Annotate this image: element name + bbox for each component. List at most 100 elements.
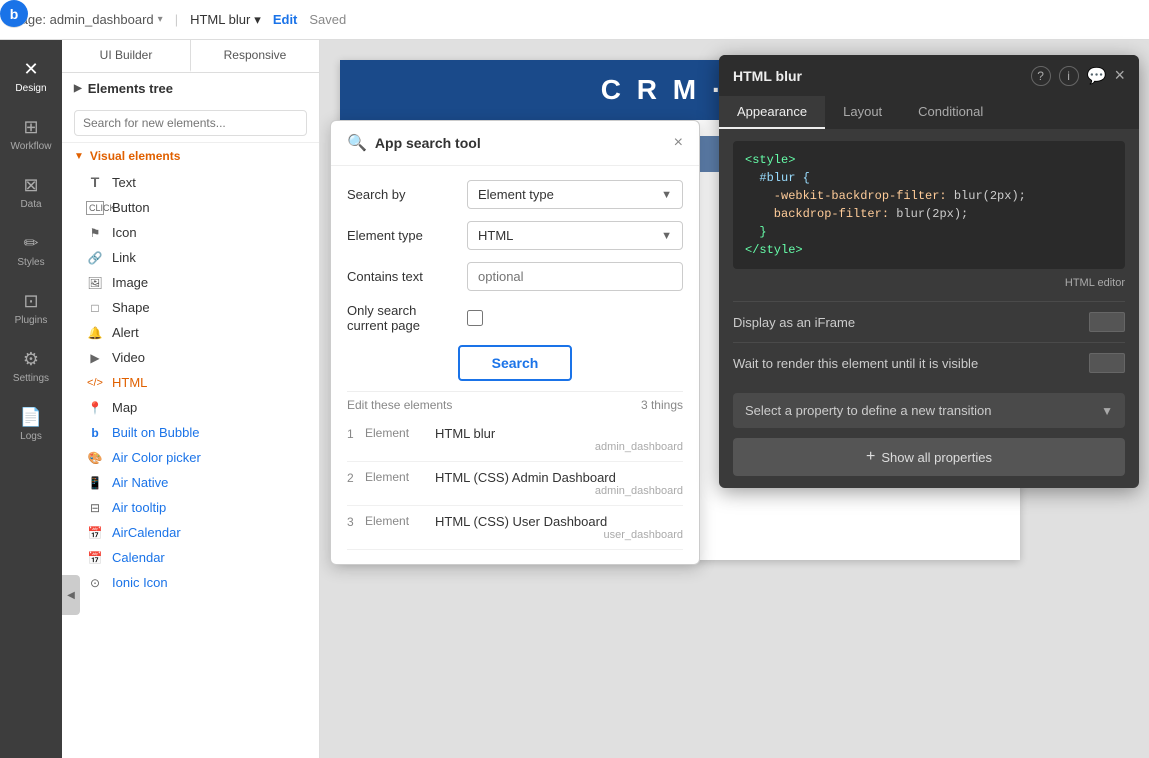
sidebar-item-label: Styles <box>17 257 44 268</box>
alert-element-icon: 🔔 <box>86 326 104 340</box>
element-item-aircalendar[interactable]: 📅 AirCalendar <box>62 520 319 545</box>
blur-panel-help-icon[interactable]: ? <box>1031 66 1051 86</box>
element-item-calendar[interactable]: 📅 Calendar <box>62 545 319 570</box>
sidebar-item-data[interactable]: ⊠ Data <box>3 164 59 220</box>
settings-icon: ⚙ <box>23 349 39 370</box>
search-results-header: Edit these elements 3 things <box>347 391 683 418</box>
code-line-6: </style> <box>745 241 1113 259</box>
element-type-caret-icon: ▼ <box>661 230 672 242</box>
element-item-aircolorpicker[interactable]: 🎨 Air Color picker <box>62 445 319 470</box>
element-item-alert[interactable]: 🔔 Alert <box>62 320 319 345</box>
sidebar-item-plugins[interactable]: ⊡ Plugins <box>3 280 59 336</box>
result-page: user_dashboard <box>435 529 683 541</box>
plugins-icon: ⊡ <box>23 291 38 312</box>
only-current-page-checkbox[interactable] <box>467 310 483 326</box>
result-type: Element <box>365 514 435 528</box>
data-icon: ⊠ <box>23 175 38 196</box>
wait-render-toggle[interactable] <box>1089 353 1125 373</box>
html-editor-label: HTML editor <box>733 277 1125 289</box>
element-type-label: Element type <box>347 228 457 243</box>
element-item-ionicicon[interactable]: ⊙ Ionic Icon <box>62 570 319 595</box>
button-element-icon: CLICK <box>86 201 104 215</box>
blur-panel-header: HTML blur ? i 💬 × <box>719 55 1139 96</box>
sidebar-item-settings[interactable]: ⚙ Settings <box>3 338 59 394</box>
tab-appearance[interactable]: Appearance <box>719 96 825 129</box>
blur-panel-comment-icon[interactable]: 💬 <box>1087 66 1107 86</box>
element-item-map[interactable]: 📍 Map <box>62 395 319 420</box>
element-item-button[interactable]: CLICK Button <box>62 195 319 220</box>
element-type-row: Element type HTML ▼ <box>347 221 683 250</box>
visual-elements-header[interactable]: ▼ Visual elements <box>62 143 319 169</box>
contains-text-row: Contains text <box>347 262 683 291</box>
search-modal-header: 🔍 App search tool × <box>331 121 699 166</box>
search-modal-title: 🔍 App search tool <box>347 133 481 153</box>
link-element-icon: 🔗 <box>86 251 104 265</box>
section-collapse-icon: ▼ <box>74 151 84 162</box>
result-num: 1 <box>347 427 365 441</box>
panel-collapse-handle[interactable]: ◀ <box>62 575 80 615</box>
element-item-builtonbubble[interactable]: b Built on Bubble <box>62 420 319 445</box>
blur-panel-close-button[interactable]: × <box>1114 65 1125 86</box>
workflow-icon: ⊞ <box>23 117 38 138</box>
plus-icon: + <box>866 448 875 466</box>
edit-btn[interactable]: Edit <box>273 12 298 27</box>
element-item-image[interactable]: 🖼 Image <box>62 270 319 295</box>
search-modal-close-button[interactable]: × <box>674 135 683 151</box>
separator: | <box>175 12 178 27</box>
panel-tabs: UI Builder Responsive <box>62 40 319 73</box>
elements-tree-header[interactable]: ▶ Elements tree <box>62 73 319 104</box>
workflow-selector[interactable]: HTML blur ▾ <box>190 12 261 28</box>
result-row-1[interactable]: 1 Element HTML blur admin_dashboard <box>347 418 683 462</box>
result-row-3[interactable]: 3 Element HTML (CSS) User Dashboard user… <box>347 506 683 550</box>
app-logo[interactable]: b <box>0 0 28 28</box>
workflow-chevron-icon: ▾ <box>254 12 261 28</box>
element-item-shape[interactable]: □ Shape <box>62 295 319 320</box>
search-modal-body: Search by Element type ▼ Element type HT… <box>331 166 699 564</box>
element-item-airtooltip[interactable]: ⊟ Air tooltip <box>62 495 319 520</box>
element-item-video[interactable]: ▶ Video <box>62 345 319 370</box>
result-info: HTML (CSS) User Dashboard user_dashboard <box>435 514 683 541</box>
tab-ui-builder[interactable]: UI Builder <box>62 40 191 72</box>
sidebar-item-styles[interactable]: ✏ Styles <box>3 222 59 278</box>
display-iframe-toggle[interactable] <box>1089 312 1125 332</box>
blur-panel-info-icon[interactable]: i <box>1059 66 1079 86</box>
element-type-dropdown[interactable]: HTML ▼ <box>467 221 683 250</box>
map-element-icon: 📍 <box>86 401 104 415</box>
elements-search-input[interactable] <box>74 110 307 136</box>
code-line-5: } <box>745 223 1113 241</box>
result-row-2[interactable]: 2 Element HTML (CSS) Admin Dashboard adm… <box>347 462 683 506</box>
result-num: 3 <box>347 515 365 529</box>
sidebar-item-workflow[interactable]: ⊞ Workflow <box>3 106 59 162</box>
sidebar-item-label: Logs <box>20 431 42 442</box>
result-page: admin_dashboard <box>435 485 683 497</box>
tree-expand-icon: ▶ <box>74 83 82 94</box>
element-item-airnative[interactable]: 📱 Air Native <box>62 470 319 495</box>
contains-text-label: Contains text <box>347 269 457 284</box>
search-by-caret-icon: ▼ <box>661 189 672 201</box>
element-item-icon[interactable]: ⚑ Icon <box>62 220 319 245</box>
tab-layout[interactable]: Layout <box>825 96 900 129</box>
sidebar-item-logs[interactable]: 📄 Logs <box>3 396 59 452</box>
code-block[interactable]: <style> #blur { -webkit-backdrop-filter:… <box>733 141 1125 269</box>
tab-conditional[interactable]: Conditional <box>900 96 1001 129</box>
contains-text-input[interactable] <box>467 262 683 291</box>
video-element-icon: ▶ <box>86 351 104 365</box>
search-icon: 🔍 <box>347 133 367 153</box>
aircolorpicker-element-icon: 🎨 <box>86 451 104 465</box>
tab-responsive[interactable]: Responsive <box>191 40 319 72</box>
result-name: HTML (CSS) User Dashboard <box>435 514 683 529</box>
element-item-html[interactable]: </> HTML <box>62 370 319 395</box>
element-item-link[interactable]: 🔗 Link <box>62 245 319 270</box>
sidebar-item-label: Plugins <box>15 315 48 326</box>
page-selector[interactable]: Page: admin_dashboard ▾ <box>12 12 163 27</box>
element-item-text[interactable]: T Text <box>62 169 319 195</box>
airtooltip-element-icon: ⊟ <box>86 501 104 515</box>
show-all-properties-button[interactable]: + Show all properties <box>733 438 1125 476</box>
sidebar-item-design[interactable]: ✕ Design <box>3 48 59 104</box>
html-element-icon: </> <box>86 377 104 389</box>
search-by-dropdown[interactable]: Element type ▼ <box>467 180 683 209</box>
blur-panel-tabs: Appearance Layout Conditional <box>719 96 1139 129</box>
transition-dropdown[interactable]: Select a property to define a new transi… <box>733 393 1125 428</box>
search-button[interactable]: Search <box>458 345 573 381</box>
search-by-row: Search by Element type ▼ <box>347 180 683 209</box>
